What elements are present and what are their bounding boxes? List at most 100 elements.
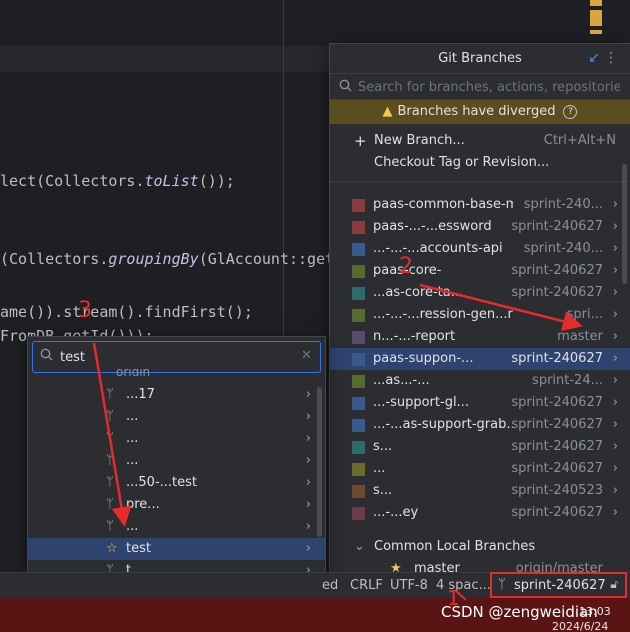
branch-row[interactable]: ...-...-...accounts-api sprint-240... › [330,238,630,260]
line-separator-status[interactable]: CRLF [350,578,383,593]
branch-name: ...as...-... [373,373,430,388]
filter-scrollbar[interactable] [317,387,322,537]
filter-branch-name: ... [126,453,139,468]
filter-branch-name: ... [126,409,139,424]
clear-icon[interactable]: ✕ [301,348,312,363]
branch-tracking: sprint-240627 [511,439,603,454]
branch-tracking: master [557,329,603,344]
filter-result-row[interactable]: ᛘ... › [28,450,325,472]
branch-name: ...-...-...ression-gen...r [373,307,513,322]
filter-branch-name: ... [126,431,139,446]
branch-color-icon [352,463,365,476]
filter-result-row[interactable]: ᛘ... › [28,406,325,428]
branch-row[interactable]: s... sprint-240627 › [330,436,630,458]
common-local-branches-group[interactable]: ⌄ Common Local Branches [330,536,630,558]
new-branch-action[interactable]: + New Branch... Ctrl+Alt+N [330,130,630,152]
branch-icon: ᛘ [106,497,114,512]
branch-name: ...-support-gl... [373,395,469,410]
branch-color-icon [352,221,365,234]
chevron-right-icon: › [612,395,618,410]
branch-color-icon [352,419,365,432]
filter-result-row[interactable]: ᛘ ...17 › [28,384,325,406]
filter-search-input[interactable] [60,347,300,367]
branch-tracking: sprint-240627 [511,219,603,234]
branch-tracking: sprint-240627 [511,461,603,476]
chevron-right-icon: › [305,475,311,490]
branch-name: paas-common-base-mini [373,197,513,212]
filter-branch-name: ...17 [126,387,155,402]
chevron-right-icon: › [305,497,311,512]
branch-row[interactable]: ...as...-... sprint-24... › [330,370,630,392]
indent-status[interactable]: 4 spac... [436,578,491,593]
branch-tracking: sprint-240627 [511,417,603,432]
filter-result-row[interactable]: ᛘ pre... › [28,494,325,516]
branch-tracking: spri... [566,307,603,322]
more-options-icon[interactable]: ⋮ [604,50,618,66]
branch-icon: ᛘ [106,387,114,402]
branch-color-icon [352,375,365,388]
branch-row[interactable]: ...-...-...ression-gen...r spri... › [330,304,630,326]
branch-row[interactable]: ...-support-gl... sprint-240627 › [330,392,630,414]
encoding-status[interactable]: UTF-8 [390,578,428,593]
chevron-right-icon: › [305,409,311,424]
chevron-right-icon: › [305,453,311,468]
code-line[interactable]: ame()).stream().findFirst(); [0,303,253,321]
annotation-number-3: 3 [78,298,92,323]
chevron-right-icon: › [305,519,311,534]
chevron-right-icon: › [612,263,618,278]
branch-icon: ᛘ [106,431,114,446]
branch-name: s... [373,483,393,498]
bookmark-marker [590,10,602,26]
popup-scrollbar[interactable] [622,164,627,284]
branch-row[interactable]: paas-...-...essword sprint-240627 › [330,216,630,238]
help-icon[interactable]: ? [563,105,578,119]
fetch-icon[interactable]: ↙ [588,50,600,66]
chevron-right-icon: › [612,417,618,432]
code-line[interactable]: (Collectors.groupingBy(GlAccount::getB [0,250,343,268]
branch-name: paas-suppon-... [373,351,474,366]
branch-color-icon [352,309,365,322]
branch-row[interactable]: n...-...-report master › [330,326,630,348]
plus-icon: + [354,132,367,150]
branch-row[interactable]: paas-common-base-mini sprint-240... › [330,194,630,216]
star-icon: ☆ [106,541,118,556]
annotation-number-1: 1 [447,586,460,610]
branch-row[interactable]: s... sprint-240523 › [330,480,630,502]
code-line[interactable]: lect(Collectors.toList()); [0,172,235,190]
branch-color-icon [352,287,365,300]
clock-time: 13:03 [579,605,611,618]
divider [330,181,630,182]
chevron-right-icon: › [305,431,311,446]
chevron-right-icon: › [612,285,618,300]
chevron-right-icon: › [612,505,618,520]
search-icon [40,348,53,361]
branch-row[interactable]: ...-...as-support-grab... sprint-240627 › [330,414,630,436]
clock-date: 2024/6/24 [552,620,609,632]
branch-row[interactable]: paas-suppon-... sprint-240627 › [330,348,630,370]
filter-result-row[interactable]: ᛘ... › [28,428,325,450]
checkout-tag-label: Checkout Tag or Revision... [374,155,550,170]
branch-search-input[interactable] [358,77,620,97]
branch-color-icon [352,485,365,498]
popup-title: Git Branches [438,51,522,66]
branch-icon: ᛘ [106,519,114,534]
branch-color-icon [352,331,365,344]
chevron-right-icon: › [612,241,618,256]
checkout-tag-action[interactable]: Checkout Tag or Revision... [330,152,630,174]
branch-color-icon [352,353,365,366]
branch-row[interactable]: ...-...ey sprint-240627 › [330,502,630,524]
branch-tracking: sprint-240627 [511,395,603,410]
filter-result-row[interactable]: ᛘ... › [28,516,325,538]
branch-name: paas-core- [373,263,442,278]
filter-branch-name: ... [126,519,139,534]
branch-row[interactable]: ...as-core-ta... sprint-240627 › [330,282,630,304]
filter-result-row[interactable]: ᛘ ...50-...test › [28,472,325,494]
branch-row[interactable]: paas-core-sprint-240627 › [330,260,630,282]
branch-tracking: sprint-24... [532,373,603,388]
branch-tracking: sprint-240523 [511,483,603,498]
filter-result-row[interactable]: ☆ test › [28,538,325,560]
branch-name: ...-...as-support-grab... [373,417,513,432]
branch-row[interactable]: ... sprint-240627 › [330,458,630,480]
status-item[interactable]: ed [322,578,338,593]
filter-branch-name: test [126,541,151,556]
